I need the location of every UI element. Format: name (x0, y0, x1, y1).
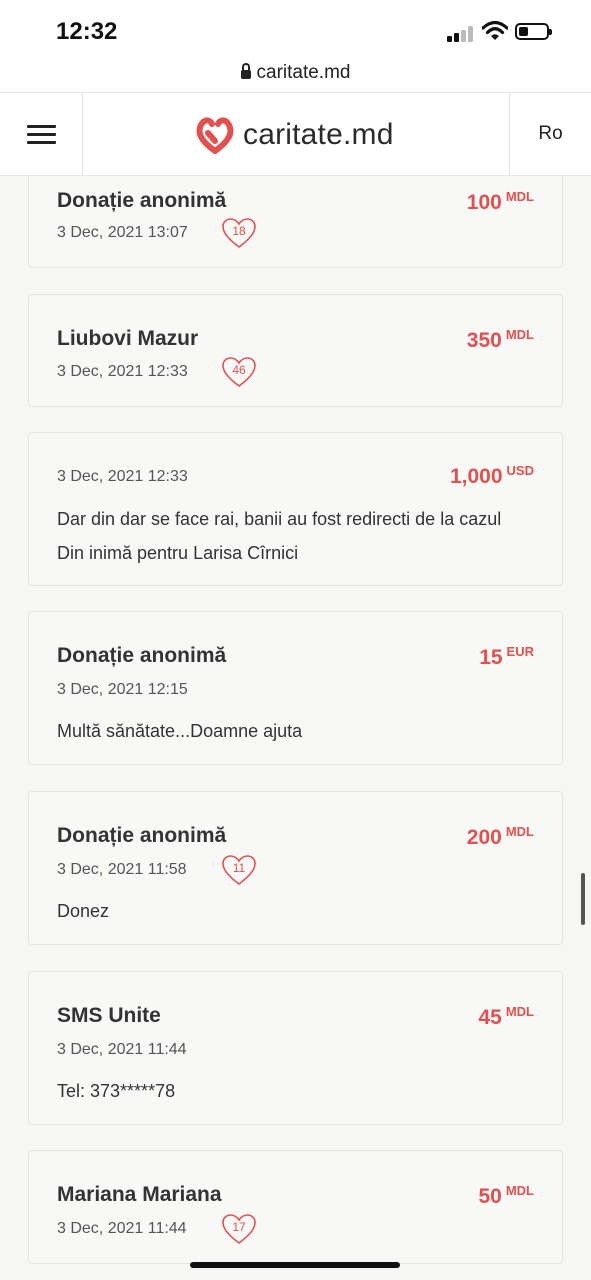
language-selector[interactable]: Ro (509, 93, 591, 176)
donation-card: Liubovi Mazur 350 MDL 3 Dec, 2021 12:33 4… (28, 294, 563, 407)
currency-label: MDL (505, 327, 534, 342)
donor-name: Donație anonimă (57, 824, 227, 847)
site-logo[interactable]: caritate.md (195, 113, 394, 157)
donation-date: 3 Dec, 2021 12:33 (57, 468, 188, 485)
donation-date: 3 Dec, 2021 11:58 (57, 861, 187, 878)
heart-badge[interactable]: 17 (221, 1213, 257, 1245)
currency-label: MDL (505, 824, 534, 839)
wifi-icon (482, 20, 508, 40)
heart-badge[interactable]: 18 (221, 217, 257, 249)
heart-badge[interactable]: 11 (221, 854, 257, 886)
donation-amount: 50 MDL (478, 1183, 534, 1208)
heart-count: 11 (232, 861, 246, 875)
donation-amount: 200 MDL (466, 824, 534, 849)
donation-card: Donație anonimă 15 EUR 3 Dec, 2021 12:15 … (28, 611, 563, 765)
site-header: caritate.md Ro (0, 92, 591, 176)
donation-card: 3 Dec, 2021 12:33 1,000 USD Dar din dar s… (28, 432, 563, 586)
currency-label: MDL (505, 1183, 534, 1198)
home-indicator[interactable] (190, 1262, 400, 1268)
currency-label: EUR (506, 644, 534, 659)
donation-date: 3 Dec, 2021 11:44 (57, 1220, 187, 1237)
status-time: 12:32 (56, 18, 118, 45)
donor-name: Mariana Mariana (57, 1183, 222, 1206)
donation-list: Donație anonimă 100 MDL 3 Dec, 2021 13:07… (0, 176, 591, 1280)
donation-amount: 15 EUR (479, 644, 534, 669)
donor-name: SMS Unite (57, 1004, 161, 1027)
donation-card: SMS Unite 45 MDL 3 Dec, 2021 11:44 Tel: 3… (28, 971, 563, 1125)
logo-text: caritate.md (243, 118, 394, 151)
heart-badge[interactable]: 46 (221, 356, 257, 388)
donation-card: Donație anonimă 200 MDL 3 Dec, 2021 11:58… (28, 791, 563, 945)
address-bar[interactable]: caritate.md (0, 58, 591, 92)
donation-card: Mariana Mariana 50 MDL 3 Dec, 2021 11:44 … (28, 1150, 563, 1264)
donation-date: 3 Dec, 2021 11:44 (57, 1041, 187, 1058)
donation-message: Donez (57, 901, 110, 921)
donation-card: Donație anonimă 100 MDL 3 Dec, 2021 13:07… (28, 176, 563, 268)
donation-amount: 100 MDL (466, 189, 534, 214)
donation-date: 3 Dec, 2021 13:07 (57, 224, 188, 241)
donor-name: Liubovi Mazur (57, 327, 199, 350)
donor-name: Donație anonimă (57, 644, 227, 667)
donation-message: Multă sănătate...Doamne ajuta (57, 721, 303, 741)
donation-message: Dar din dar se face rai, banii au fost r… (57, 509, 502, 563)
heart-logo-icon (196, 117, 234, 154)
heart-count: 17 (232, 1220, 246, 1234)
donation-date: 3 Dec, 2021 12:15 (57, 681, 188, 698)
currency-label: MDL (505, 189, 534, 204)
status-bar: 12:32 (0, 0, 591, 58)
donor-name: Donație anonimă (57, 189, 227, 212)
hamburger-icon (27, 125, 56, 128)
donation-message: Tel: 373*****78 (57, 1081, 176, 1101)
battery-icon (515, 23, 552, 40)
donation-amount: 1,000 USD (449, 463, 534, 488)
donation-amount: 45 MDL (478, 1004, 534, 1029)
heart-count: 46 (232, 363, 246, 377)
currency-label: USD (506, 463, 534, 478)
currency-label: MDL (505, 1004, 534, 1019)
url-text: caritate.md (256, 62, 351, 83)
donation-amount: 350 MDL (466, 327, 534, 352)
scrollbar[interactable] (581, 873, 585, 925)
lock-icon (240, 63, 251, 79)
heart-count: 18 (232, 224, 246, 238)
donation-date: 3 Dec, 2021 12:33 (57, 363, 188, 380)
menu-button[interactable] (0, 93, 83, 176)
cellular-signal-icon (447, 26, 475, 42)
